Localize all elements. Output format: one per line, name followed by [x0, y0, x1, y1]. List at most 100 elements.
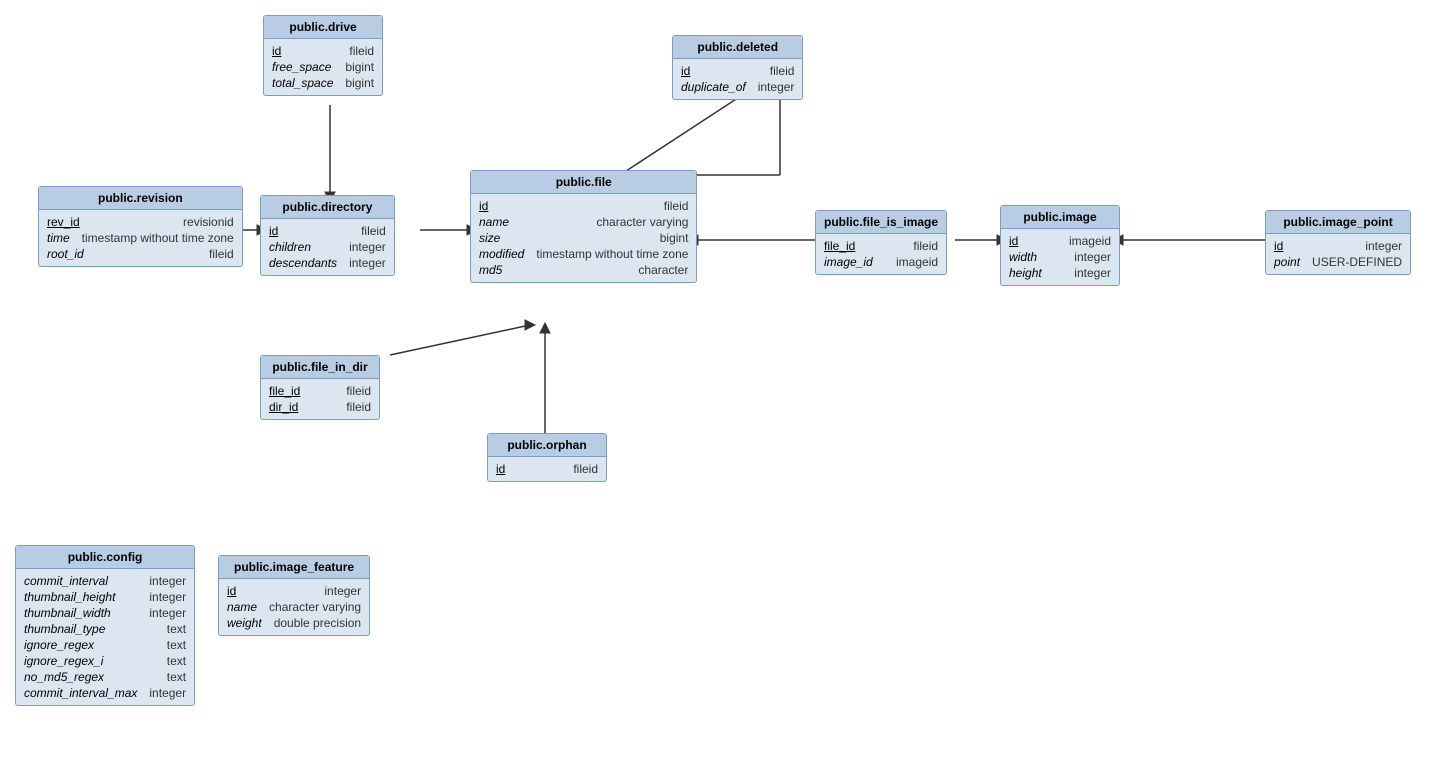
column-name: ignore_regex_i: [24, 654, 103, 668]
table-body-public_image_point: id integerpointUSER-DEFINED: [1266, 234, 1410, 274]
table-row: descendantsinteger: [269, 255, 386, 271]
table-header-public_orphan: public.orphan: [488, 434, 606, 457]
table-header-public_file_is_image: public.file_is_image: [816, 211, 946, 234]
table-body-public_image: idimageidwidthintegerheightinteger: [1001, 229, 1119, 285]
table-row: image_id imageid: [824, 254, 938, 270]
column-name: dir_id: [269, 400, 298, 414]
column-type: revisionid: [183, 215, 234, 229]
column-name: total_space: [272, 76, 333, 90]
table-row: children integer: [269, 239, 386, 255]
table-public_drive: public.driveidfileidfree_spacebiginttota…: [263, 15, 383, 96]
table-row: idinteger: [227, 583, 361, 599]
column-type: fileid: [361, 224, 386, 238]
column-type: imageid: [896, 255, 938, 269]
column-type: timestamp without time zone: [536, 247, 688, 261]
column-name: thumbnail_height: [24, 590, 115, 604]
column-type: bigint: [345, 60, 374, 74]
column-type: integer: [149, 686, 186, 700]
table-public_deleted: public.deletedidfileidduplicate_ofintege…: [672, 35, 803, 100]
table-row: name character varying: [479, 214, 688, 230]
column-type: fileid: [346, 384, 371, 398]
column-type: text: [167, 654, 186, 668]
column-name: duplicate_of: [681, 80, 746, 94]
column-type: integer: [1074, 266, 1111, 280]
table-header-public_image_point: public.image_point: [1266, 211, 1410, 234]
table-row: weight double precision: [227, 615, 361, 631]
column-type: character varying: [596, 215, 688, 229]
column-name: children: [269, 240, 311, 254]
column-name: thumbnail_width: [24, 606, 111, 620]
table-public_image_point: public.image_pointid integerpointUSER-DEF…: [1265, 210, 1411, 275]
table-row: idimageid: [1009, 233, 1111, 249]
table-row: commit_interval_maxinteger: [24, 685, 186, 701]
table-public_directory: public.directoryidfileidchildrenintegerd…: [260, 195, 395, 276]
column-type: integer: [758, 80, 795, 94]
table-public_file_in_dir: public.file_in_dirfile_idfileiddir_idfil…: [260, 355, 380, 420]
column-type: fileid: [913, 239, 938, 253]
column-name: point: [1274, 255, 1300, 269]
column-type: integer: [1074, 250, 1111, 264]
column-type: bigint: [345, 76, 374, 90]
column-name: id: [227, 584, 236, 598]
column-name: height: [1009, 266, 1042, 280]
column-name: commit_interval: [24, 574, 108, 588]
column-name: name: [479, 215, 509, 229]
column-name: file_id: [824, 239, 855, 253]
column-name: id: [269, 224, 278, 238]
table-header-public_image_feature: public.image_feature: [219, 556, 369, 579]
column-name: id: [1009, 234, 1018, 248]
column-name: free_space: [272, 60, 331, 74]
table-row: height integer: [1009, 265, 1111, 281]
column-name: md5: [479, 263, 502, 277]
table-row: modifiedtimestamp without time zone: [479, 246, 688, 262]
table-header-public_drive: public.drive: [264, 16, 382, 39]
column-type: integer: [349, 240, 386, 254]
column-name: id: [496, 462, 505, 476]
table-row: idfileid: [681, 63, 794, 79]
table-body-public_file_in_dir: file_idfileiddir_idfileid: [261, 379, 379, 419]
table-public_file: public.file idfileidname character varying…: [470, 170, 697, 283]
table-row: thumbnail_typetext: [24, 621, 186, 637]
column-type: fileid: [770, 64, 795, 78]
column-name: id: [1274, 239, 1283, 253]
column-type: double precision: [274, 616, 361, 630]
table-public_file_is_image: public.file_is_imagefile_idfileidimage_i…: [815, 210, 947, 275]
column-type: fileid: [209, 247, 234, 261]
table-body-public_orphan: idfileid: [488, 457, 606, 481]
column-name: rev_id: [47, 215, 80, 229]
table-public_orphan: public.orphan idfileid: [487, 433, 607, 482]
column-name: descendants: [269, 256, 337, 270]
table-body-public_file_is_image: file_id fileid image_id imageid: [816, 234, 946, 274]
table-row: pointUSER-DEFINED: [1274, 254, 1402, 270]
column-name: no_md5_regex: [24, 670, 104, 684]
column-name: root_id: [47, 247, 84, 261]
table-row: idfileid: [496, 461, 598, 477]
column-type: integer: [1365, 239, 1402, 253]
table-row: idfileid: [479, 198, 688, 214]
column-type: fileid: [664, 199, 689, 213]
table-header-public_file_in_dir: public.file_in_dir: [261, 356, 379, 379]
column-name: image_id: [824, 255, 873, 269]
table-row: dir_id fileid: [269, 399, 371, 415]
table-row: file_id fileid: [269, 383, 371, 399]
table-body-public_deleted: idfileidduplicate_of integer: [673, 59, 802, 99]
column-name: weight: [227, 616, 262, 630]
table-body-public_revision: rev_idrevisionidtimetimestamp without ti…: [39, 210, 242, 266]
table-header-public_image: public.image: [1001, 206, 1119, 229]
column-type: fileid: [346, 400, 371, 414]
table-header-public_revision: public.revision: [39, 187, 242, 210]
table-row: ignore_regex_i text: [24, 653, 186, 669]
table-row: total_space bigint: [272, 75, 374, 91]
table-public_image_feature: public.image_featureidintegernamecharact…: [218, 555, 370, 636]
table-row: sizebigint: [479, 230, 688, 246]
column-type: text: [167, 670, 186, 684]
table-row: no_md5_regex text: [24, 669, 186, 685]
column-name: ignore_regex: [24, 638, 94, 652]
table-row: id fileid: [269, 223, 386, 239]
table-body-public_config: commit_intervalintegerthumbnail_heightin…: [16, 569, 194, 705]
column-name: file_id: [269, 384, 300, 398]
column-type: integer: [149, 574, 186, 588]
table-row: thumbnail_widthinteger: [24, 605, 186, 621]
table-header-public_file: public.file: [471, 171, 696, 194]
column-type: text: [167, 622, 186, 636]
